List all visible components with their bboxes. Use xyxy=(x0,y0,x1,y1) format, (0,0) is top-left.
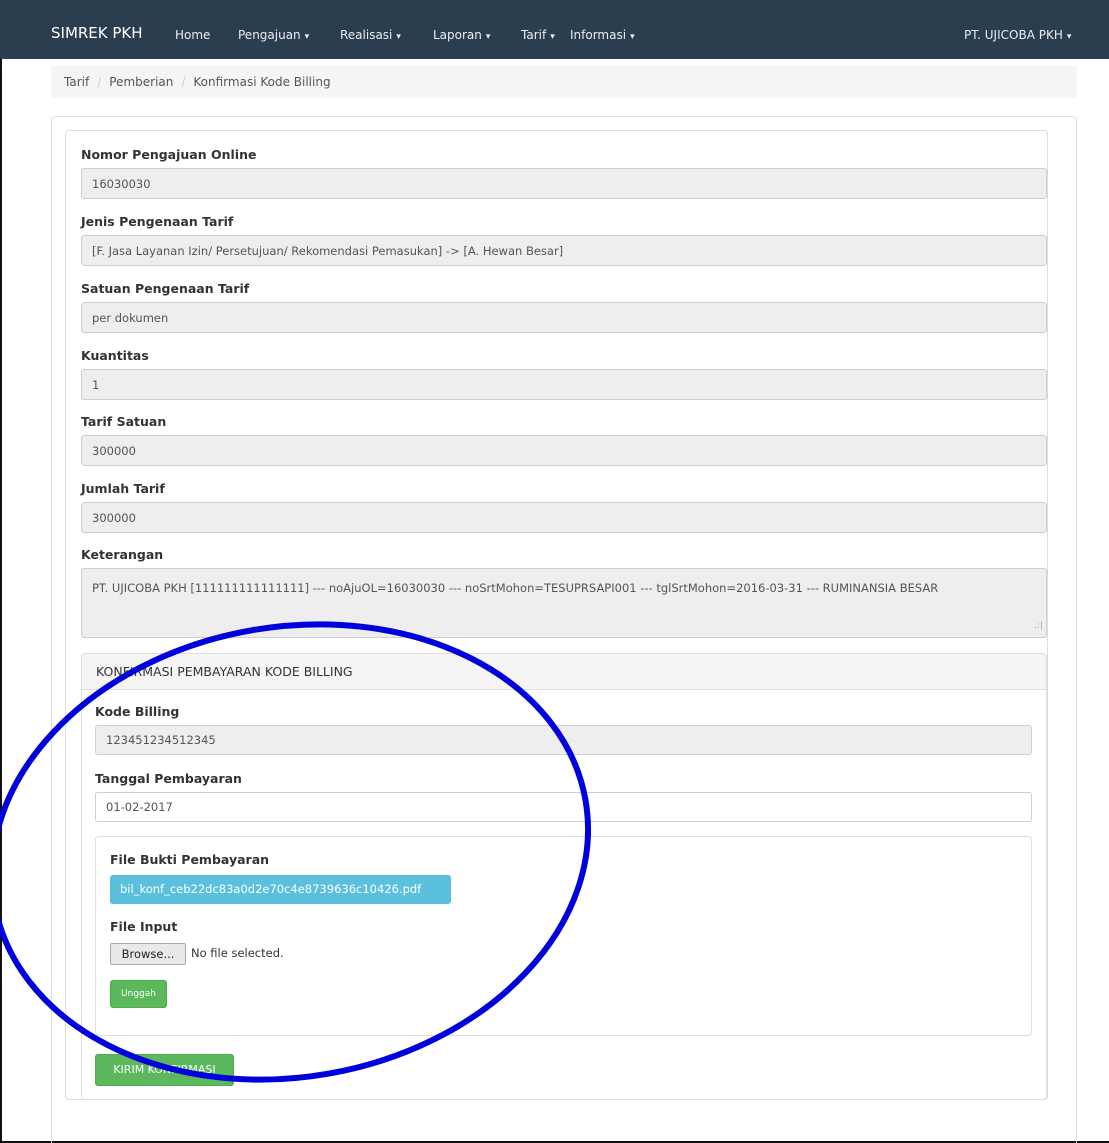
keterangan-text: PT. UJICOBA PKH [111111111111111] --- no… xyxy=(92,581,939,595)
keterangan-label: Keterangan xyxy=(81,547,164,562)
tarif-satuan-label: Tarif Satuan xyxy=(81,414,167,429)
kuantitas-field: 1 xyxy=(81,369,1047,400)
nav-pengajuan[interactable]: Pengajuan ▾ xyxy=(238,0,309,59)
kuantitas-label: Kuantitas xyxy=(81,348,149,363)
browse-button[interactable]: Browse... xyxy=(110,943,186,965)
keterangan-textarea: PT. UJICOBA PKH [111111111111111] --- no… xyxy=(81,568,1047,638)
breadcrumb-item-tarif[interactable]: Tarif xyxy=(64,75,89,89)
nomor-pengajuan-field: 16030030 xyxy=(81,168,1047,199)
satuan-pengenaan-label: Satuan Pengenaan Tarif xyxy=(81,281,250,296)
file-bukti-label: File Bukti Pembayaran xyxy=(110,852,270,867)
kode-billing-field: 123451234512345 xyxy=(95,725,1032,755)
chevron-down-icon: ▾ xyxy=(396,32,401,42)
jenis-pengenaan-label: Jenis Pengenaan Tarif xyxy=(81,214,234,229)
nav-laporan[interactable]: Laporan ▾ xyxy=(433,0,490,59)
billing-panel-heading: KONFIRMASI PEMBAYARAN KODE BILLING xyxy=(82,654,1046,690)
chevron-down-icon: ▾ xyxy=(630,32,635,42)
breadcrumb-item-pemberian[interactable]: Pemberian xyxy=(109,75,173,89)
unggah-button[interactable]: Unggah xyxy=(110,980,167,1008)
breadcrumb: Tarif / Pemberian / Konfirmasi Kode Billing xyxy=(51,66,1077,98)
nav-tarif[interactable]: Tarif ▾ xyxy=(521,0,555,59)
tanggal-pembayaran-label: Tanggal Pembayaran xyxy=(95,771,242,786)
chevron-down-icon: ▾ xyxy=(550,32,555,42)
file-bukti-download-button[interactable]: bil_konf_ceb22dc83a0d2e70c4e8739636c1042… xyxy=(110,875,451,904)
kode-billing-label: Kode Billing xyxy=(95,704,180,719)
breadcrumb-separator: / xyxy=(97,75,102,89)
no-file-text: No file selected. xyxy=(191,946,284,960)
chevron-down-icon: ▾ xyxy=(1066,32,1072,42)
chevron-down-icon: ▾ xyxy=(304,32,310,42)
resize-grip-icon[interactable]: .:| xyxy=(1034,617,1043,635)
breadcrumb-separator: / xyxy=(181,75,186,89)
chevron-down-icon: ▾ xyxy=(485,32,491,42)
nav-informasi[interactable]: Informasi ▾ xyxy=(570,0,635,59)
nomor-pengajuan-label: Nomor Pengajuan Online xyxy=(81,147,257,162)
nav-realisasi[interactable]: Realisasi ▾ xyxy=(340,0,401,59)
brand-logo-text[interactable]: SIMREK PKH xyxy=(51,0,143,59)
tanggal-pembayaran-input[interactable]: 01-02-2017 xyxy=(95,792,1032,822)
jumlah-tarif-field: 300000 xyxy=(81,502,1047,533)
tarif-satuan-field: 300000 xyxy=(81,435,1047,466)
nav-home[interactable]: Home xyxy=(175,0,210,59)
nav-user-menu[interactable]: PT. UJICOBA PKH ▾ xyxy=(964,0,1071,59)
jumlah-tarif-label: Jumlah Tarif xyxy=(81,481,165,496)
top-navbar: SIMREK PKH Home Pengajuan ▾ Realisasi ▾ La… xyxy=(0,0,1109,59)
jenis-pengenaan-field: [F. Jasa Layanan Izin/ Persetujuan/ Reko… xyxy=(81,235,1047,266)
kirim-konfirmasi-button[interactable]: KIRIM KONFIRMASI xyxy=(95,1054,234,1086)
file-input-label: File Input xyxy=(110,919,178,934)
breadcrumb-item-current: Konfirmasi Kode Billing xyxy=(193,75,331,89)
satuan-pengenaan-field: per dokumen xyxy=(81,302,1047,333)
